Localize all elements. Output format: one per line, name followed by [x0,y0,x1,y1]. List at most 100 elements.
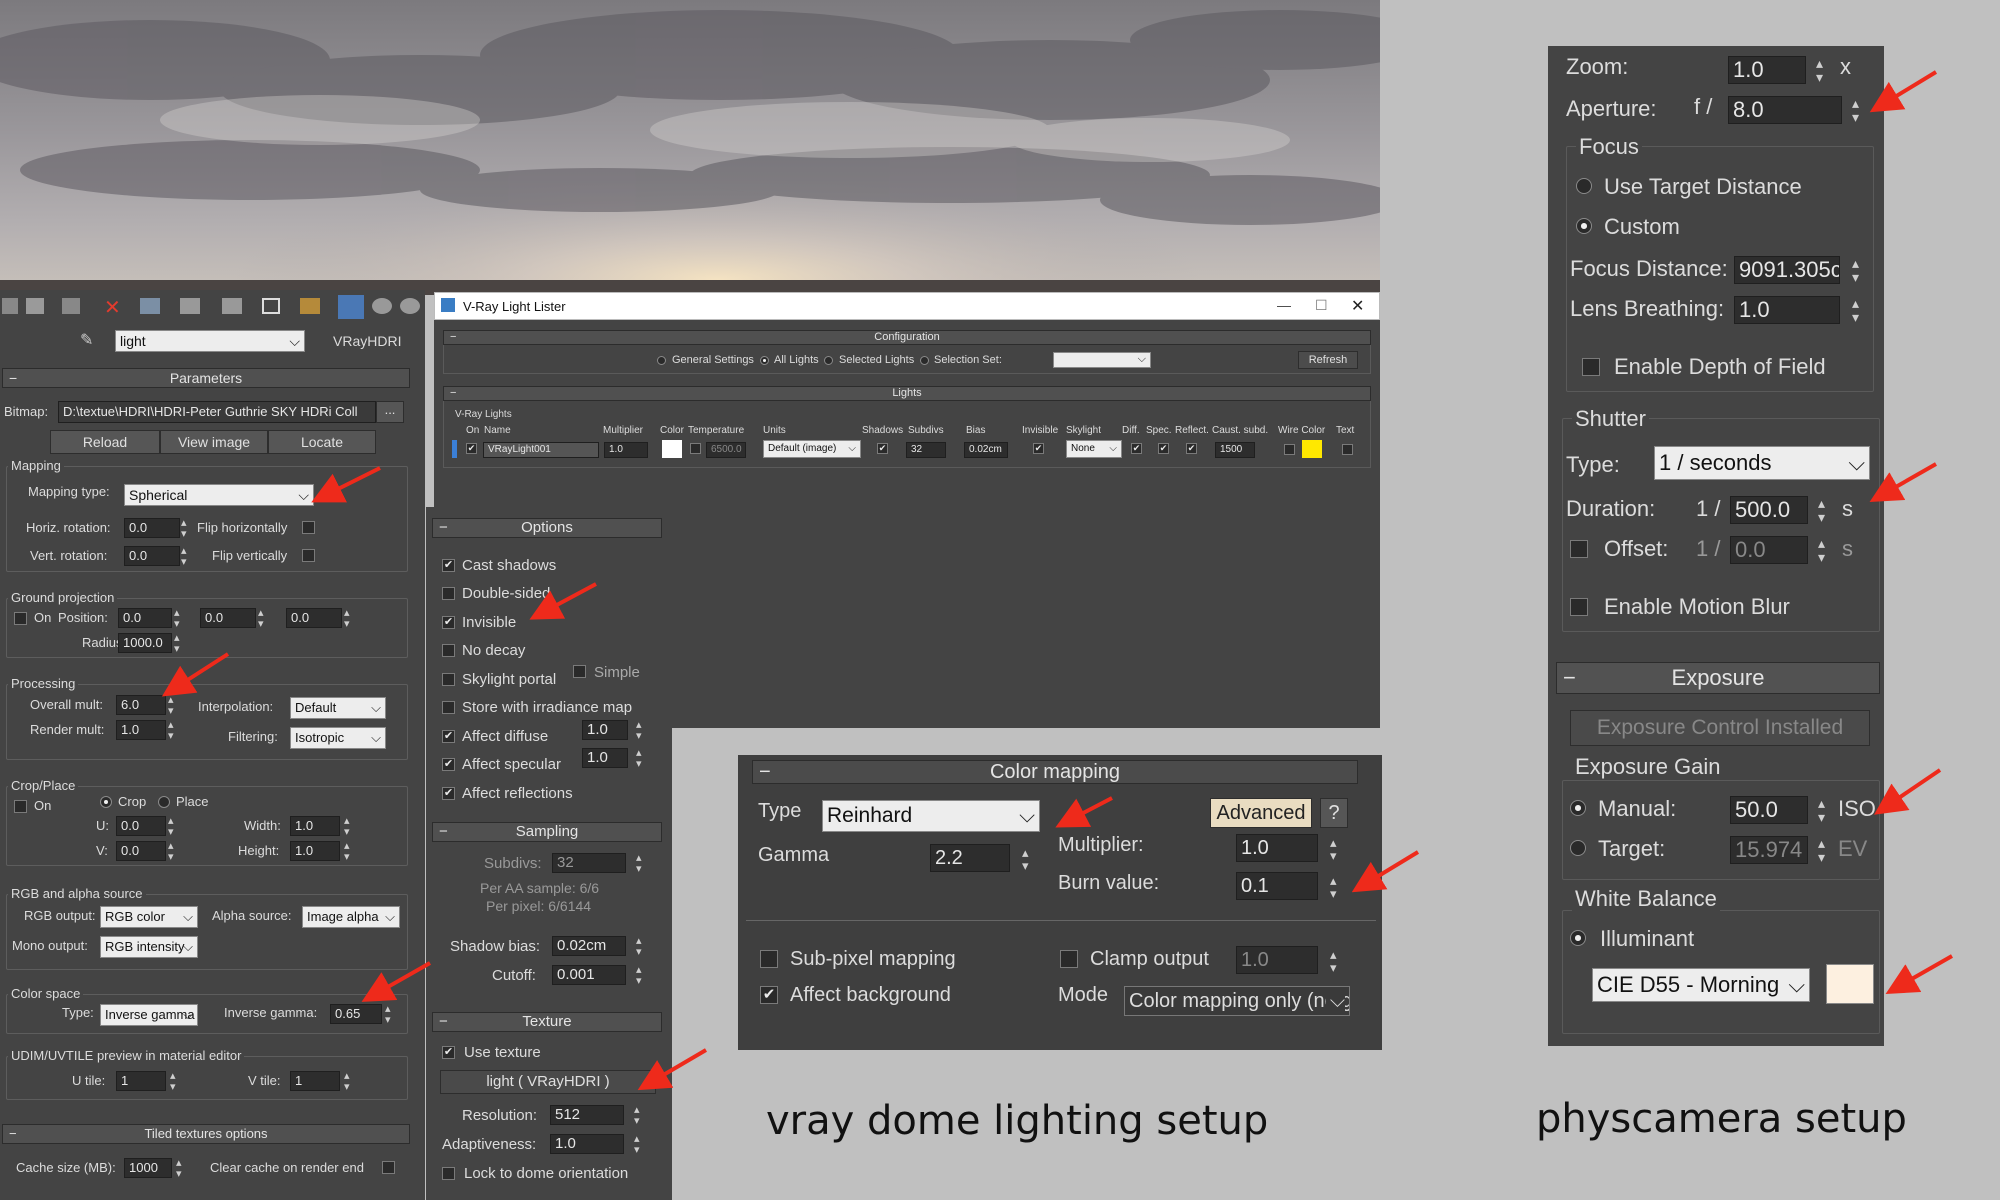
u-tile-field[interactable]: 1 [116,1071,166,1091]
manual-iso-field[interactable]: 50.0 [1730,796,1808,824]
spinner-icon[interactable]: ▴ ▾ [170,1071,176,1093]
v-field[interactable]: 0.0 [116,841,166,861]
row-selector[interactable] [452,440,457,458]
subdivs-field[interactable]: 32 [906,442,946,458]
spinner-icon[interactable]: ▴ ▾ [634,1105,640,1127]
cache-size-field[interactable]: 1000 [124,1158,172,1178]
ground-pos-z[interactable]: 0.0 [286,608,342,628]
texture-map-button[interactable]: light ( VRayHDRI ) [440,1070,656,1094]
ground-pos-y[interactable]: 0.0 [200,608,256,628]
general-settings-radio[interactable] [657,356,666,365]
resolution-field[interactable]: 512 [550,1105,624,1125]
shadow-bias-field[interactable]: 0.02cm [552,936,626,956]
gamma-field[interactable]: 2.2 [930,844,1010,872]
offset-checkbox[interactable] [1570,540,1588,558]
tool-icon[interactable] [180,298,200,314]
wire-color-swatch[interactable] [1302,440,1322,458]
width-field[interactable]: 1.0 [290,816,340,836]
subpixel-checkbox[interactable] [760,950,778,968]
clamp-output-checkbox[interactable] [1060,950,1078,968]
spinner-icon[interactable]: ▴ ▾ [1818,836,1825,864]
flip-horizontally-checkbox[interactable] [302,521,315,534]
flip-vertically-checkbox[interactable] [302,549,315,562]
aperture-field[interactable]: 8.0 [1728,96,1842,124]
option-checkbox[interactable]: ✔ [442,787,455,800]
spinner-icon[interactable]: ▴ ▾ [1852,96,1859,124]
tool-icon[interactable] [26,298,44,314]
alpha-source-dropdown[interactable]: Image alpha ⌵ [302,906,400,928]
mapping-type-dropdown[interactable]: Spherical ⌵ [124,484,314,506]
help-button[interactable]: ? [1320,798,1348,828]
tool-icon[interactable] [140,298,160,314]
lock-dome-checkbox[interactable] [442,1167,455,1180]
spinner-icon[interactable]: ▴ ▾ [1818,536,1825,564]
configuration-header[interactable]: − Configuration [443,330,1371,345]
spinner-icon[interactable]: ▴ ▾ [168,841,174,863]
option-checkbox[interactable]: ✔ [442,559,455,572]
color-mapping-header[interactable]: − Color mapping [752,760,1358,784]
mono-output-dropdown[interactable]: RGB intensity ⌵ [100,936,198,958]
spinner-icon[interactable]: ▴ ▾ [636,748,642,770]
spinner-icon[interactable]: ▴ ▾ [168,695,174,717]
place-radio[interactable] [158,796,170,808]
cs-type-dropdown[interactable]: Inverse gamma ⌵ [100,1004,198,1026]
exposure-control-button[interactable]: Exposure Control Installed [1570,710,1870,746]
skylight-dropdown[interactable]: None ⌵ [1066,440,1122,458]
radius-field[interactable]: 1000.0 [118,633,172,653]
spinner-icon[interactable]: ▴ ▾ [1818,496,1825,524]
duration-field[interactable]: 500.0 [1730,496,1808,524]
selected-lights-radio[interactable] [824,356,833,365]
sampling-header[interactable]: − Sampling [432,822,662,842]
light-color-swatch[interactable] [662,440,682,458]
tool-icon[interactable] [2,298,18,314]
filtering-dropdown[interactable]: Isotropic ⌵ [290,727,386,749]
multiplier-field[interactable]: 1.0 [604,442,648,458]
burn-value-field[interactable]: 0.1 [1236,872,1318,900]
focus-distance-field[interactable]: 9091.305cm [1734,256,1840,284]
use-texture-checkbox[interactable]: ✔ [442,1046,455,1059]
inverse-gamma-field[interactable]: 0.65 [330,1004,382,1024]
cm-type-dropdown[interactable]: Reinhard ⌵ [822,800,1040,832]
crop-on-checkbox[interactable] [14,800,27,813]
affect-bg-checkbox[interactable]: ✔ [760,986,778,1004]
mode-dropdown[interactable]: Color mapping only (no gamma)⌵ [1124,986,1350,1016]
delete-icon[interactable]: ✕ [104,295,121,320]
spinner-icon[interactable]: ▴ ▾ [168,816,174,838]
offset-field[interactable]: 0.0 [1730,536,1808,564]
option-checkbox[interactable]: ✔ [442,730,455,743]
locate-button[interactable]: Locate [268,430,376,454]
reload-button[interactable]: Reload [50,430,160,454]
option-checkbox[interactable] [442,644,455,657]
selection-set-dropdown[interactable]: ⌵ [1053,352,1151,368]
horiz-rotation-field[interactable]: 0.0 [124,518,180,538]
clear-cache-checkbox[interactable] [382,1161,395,1174]
white-balance-swatch[interactable] [1826,964,1874,1004]
illuminant-dropdown[interactable]: CIE D55 - Morning ⌵ [1592,968,1810,1002]
spinner-icon[interactable]: ▴ ▾ [181,546,187,568]
crop-radio[interactable] [100,796,112,808]
spinner-icon[interactable]: ▴ ▾ [176,1158,182,1180]
tool-icon[interactable] [300,298,320,314]
text-checkbox[interactable] [1342,444,1353,455]
tool-icon[interactable] [222,298,242,314]
spinner-icon[interactable]: ▴ ▾ [181,518,187,540]
spinner-icon[interactable]: ▴ ▾ [1330,836,1337,862]
simple-checkbox[interactable] [573,665,586,678]
zoom-field[interactable]: 1.0 [1728,56,1806,84]
parameters-rollout-header[interactable]: − Parameters [2,368,410,388]
tiled-textures-header[interactable]: − Tiled textures options [2,1124,410,1144]
vert-rotation-field[interactable]: 0.0 [124,546,180,566]
option-checkbox[interactable]: ✔ [442,616,455,629]
tool-icon[interactable] [372,298,392,314]
spinner-icon[interactable]: ▴ ▾ [344,816,350,838]
option-checkbox[interactable] [442,673,455,686]
units-dropdown[interactable]: Default (image) ⌵ [763,440,861,458]
target-ev-field[interactable]: 15.974 [1730,836,1808,864]
spinner-icon[interactable]: ▴ ▾ [1818,796,1825,824]
diffuse-checkbox[interactable]: ✔ [1131,443,1142,454]
tool-icon[interactable] [62,298,80,314]
spinner-icon[interactable]: ▴ ▾ [634,1134,640,1156]
temperature-checkbox[interactable] [690,443,701,454]
render-mult-field[interactable]: 1.0 [116,720,166,740]
spinner-icon[interactable]: ▴ ▾ [385,1004,391,1026]
